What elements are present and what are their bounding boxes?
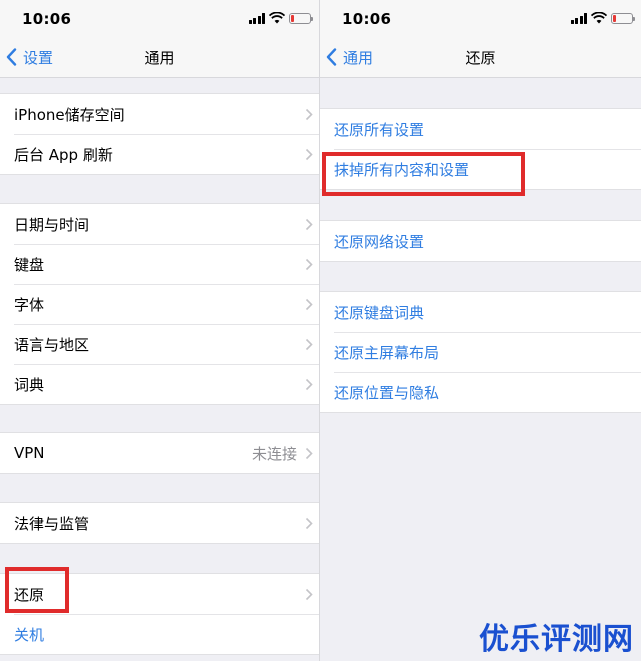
row-reset-home-screen-layout[interactable]: 还原主屏幕布局	[320, 332, 641, 372]
chevron-right-icon	[305, 378, 313, 390]
highlight-box-erase	[322, 152, 525, 196]
reset-screen: 10:06 通用 还原 还原所有设置 抹掉所有内容和设置 还原网络设置 还原键盘…	[320, 0, 641, 661]
navigation-bar: 设置 通用	[0, 36, 319, 78]
chevron-right-icon	[305, 148, 313, 160]
row-date-time[interactable]: 日期与时间	[0, 204, 319, 244]
chevron-right-icon	[305, 218, 313, 230]
chevron-right-icon	[305, 517, 313, 529]
battery-icon	[611, 12, 635, 24]
legal-group: 法律与监管	[0, 502, 319, 544]
cellular-signal-icon	[248, 12, 265, 24]
row-background-app-refresh[interactable]: 后台 App 刷新	[0, 134, 319, 174]
row-language-region[interactable]: 语言与地区	[0, 324, 319, 364]
status-icons	[570, 12, 635, 24]
battery-icon	[289, 12, 313, 24]
chevron-right-icon	[305, 588, 313, 600]
row-keyboard[interactable]: 键盘	[0, 244, 319, 284]
row-legal-regulatory[interactable]: 法律与监管	[0, 503, 319, 543]
chevron-right-icon	[305, 447, 313, 459]
row-reset-keyboard-dictionary[interactable]: 还原键盘词典	[320, 292, 641, 332]
status-icons	[248, 12, 313, 24]
row-fonts[interactable]: 字体	[0, 284, 319, 324]
row-dictionary[interactable]: 词典	[0, 364, 319, 404]
navigation-bar: 通用 还原	[320, 36, 641, 78]
highlight-box-reset	[5, 567, 69, 613]
page-title: 通用	[144, 49, 175, 67]
reset-network-group: 还原网络设置	[320, 220, 641, 262]
chevron-right-icon	[305, 108, 313, 120]
vpn-group: VPN 未连接	[0, 432, 319, 474]
status-bar: 10:06	[0, 0, 319, 36]
general-settings-screen: 10:06 设置 通用 iPhone储存空间 后台 App 刷新 日期与时间 键…	[0, 0, 320, 661]
vpn-status: 未连接	[251, 444, 297, 463]
row-reset-location-privacy[interactable]: 还原位置与隐私	[320, 372, 641, 412]
row-reset-network-settings[interactable]: 还原网络设置	[320, 221, 641, 261]
chevron-right-icon	[305, 258, 313, 270]
screenshot-composite: 10:06 设置 通用 iPhone储存空间 后台 App 刷新 日期与时间 键…	[0, 0, 641, 661]
chevron-right-icon	[305, 298, 313, 310]
watermark-text: 优乐评测网	[479, 622, 634, 657]
status-time: 10:06	[22, 10, 72, 28]
status-time: 10:06	[342, 10, 392, 28]
cellular-signal-icon	[570, 12, 587, 24]
page-title: 还原	[465, 49, 496, 67]
chevron-right-icon	[305, 338, 313, 350]
row-iphone-storage[interactable]: iPhone储存空间	[0, 94, 319, 134]
row-reset-all-settings[interactable]: 还原所有设置	[320, 109, 641, 149]
wifi-icon	[591, 12, 607, 24]
reset-other-group: 还原键盘词典 还原主屏幕布局 还原位置与隐私	[320, 291, 641, 413]
row-vpn[interactable]: VPN 未连接	[0, 433, 319, 473]
status-bar: 10:06	[320, 0, 641, 36]
locale-group: 日期与时间 键盘 字体 语言与地区 词典	[0, 203, 319, 405]
storage-group: iPhone储存空间 后台 App 刷新	[0, 93, 319, 175]
wifi-icon	[269, 12, 285, 24]
row-shut-down[interactable]: 关机	[0, 614, 319, 654]
